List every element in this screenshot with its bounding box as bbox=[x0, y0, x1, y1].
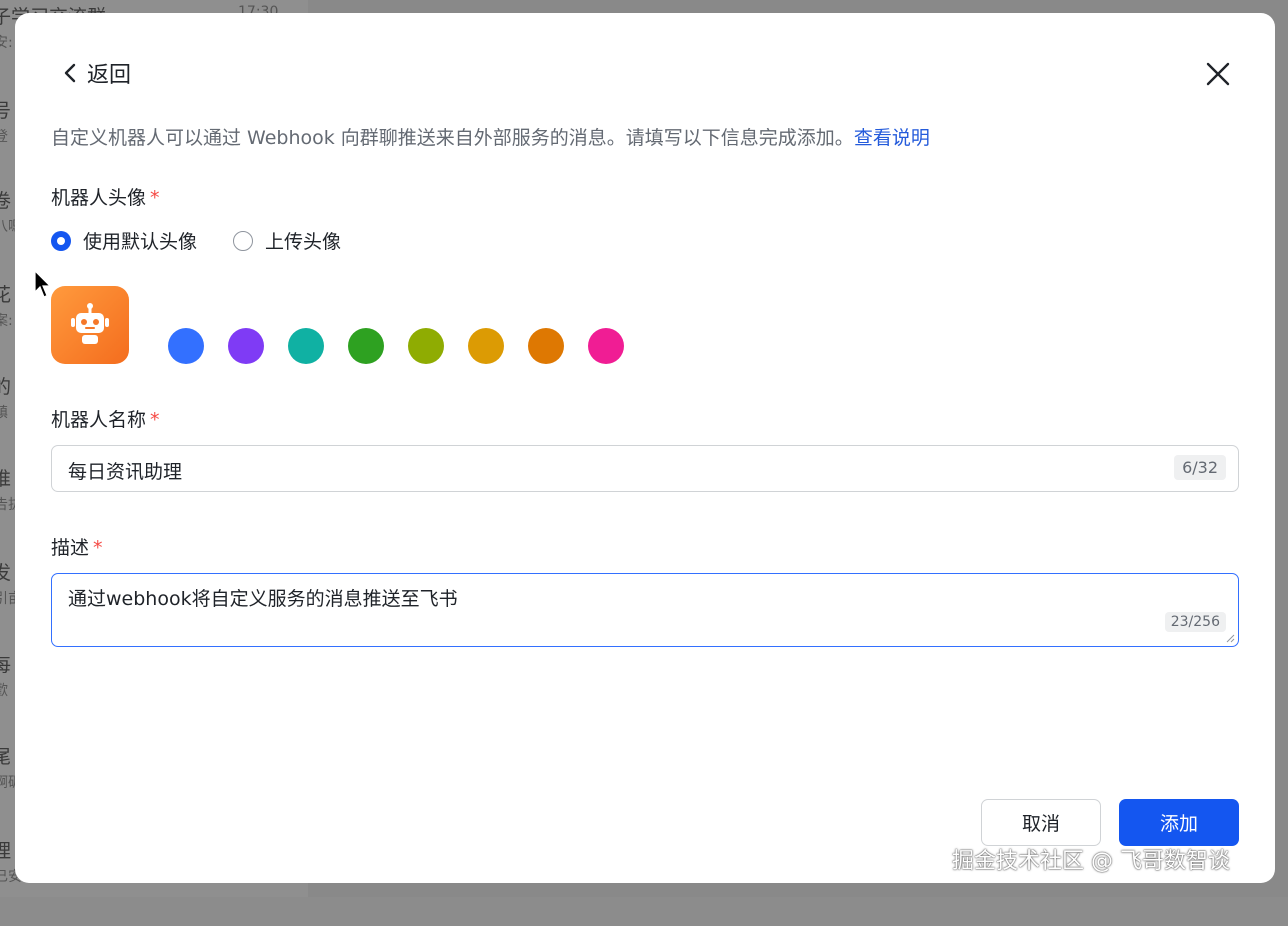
color-swatch[interactable] bbox=[588, 328, 624, 364]
add-custom-bot-dialog: 返回 自定义机器人可以通过 Webhook 向群聊推送来自外部服务的消息。请填写… bbox=[15, 13, 1275, 883]
radio-upload-avatar-label: 上传头像 bbox=[265, 231, 342, 253]
bot-avatar-preview bbox=[51, 286, 129, 364]
cancel-button[interactable]: 取消 bbox=[981, 799, 1101, 846]
avatar-option-group: 使用默认头像 上传头像 bbox=[51, 227, 377, 254]
avatar-label-text: 机器人头像 bbox=[51, 187, 147, 209]
background-chat-title: 每 bbox=[0, 654, 12, 676]
close-icon[interactable] bbox=[1203, 59, 1233, 89]
background-chat-preview: 歡 bbox=[0, 683, 8, 699]
background-chat-preview: 安: bbox=[0, 35, 13, 51]
background-chat-title: 号 bbox=[0, 100, 12, 122]
bot-name-char-count: 6/32 bbox=[1174, 455, 1226, 480]
name-label: 机器人名称 * bbox=[51, 405, 160, 432]
color-swatch[interactable] bbox=[228, 328, 264, 364]
avatar-label: 机器人头像 * bbox=[51, 183, 160, 210]
intro-description: 自定义机器人可以通过 Webhook 向群聊推送来自外部服务的消息。请填写以下信… bbox=[51, 127, 854, 149]
chevron-left-icon bbox=[64, 63, 76, 83]
color-swatch[interactable] bbox=[408, 328, 444, 364]
background-chat-title: 花 bbox=[0, 284, 12, 306]
description-value: 通过webhook将自定义服务的消息推送至飞书 bbox=[68, 588, 458, 610]
description-label: 描述 * bbox=[51, 533, 103, 560]
back-label: 返回 bbox=[87, 63, 132, 88]
background-chat-title: 发 bbox=[0, 562, 12, 584]
description-label-text: 描述 bbox=[51, 537, 90, 559]
color-swatch[interactable] bbox=[168, 328, 204, 364]
bot-name-input[interactable]: 每日资讯助理 6/32 bbox=[51, 445, 1239, 492]
background-chat-title: 推 bbox=[0, 468, 12, 490]
color-swatch[interactable] bbox=[468, 328, 504, 364]
required-mark: * bbox=[93, 537, 103, 559]
radio-unselected-icon bbox=[233, 230, 254, 251]
radio-upload-avatar[interactable]: 上传头像 bbox=[233, 227, 341, 254]
background-chat-title: 的 bbox=[0, 376, 12, 398]
background-chat-preview: 镇 bbox=[0, 405, 8, 421]
bot-name-value: 每日资讯助理 bbox=[68, 461, 183, 483]
mouse-cursor-icon bbox=[34, 270, 52, 298]
background-chat-title: 理 bbox=[0, 840, 12, 862]
watermark: 掘金技术社区 @ 飞哥数智谈 bbox=[952, 849, 1230, 874]
background-chat-preview: 登 bbox=[0, 129, 8, 145]
background-chat-title: 尾 bbox=[0, 746, 12, 768]
required-mark: * bbox=[150, 187, 160, 209]
intro-text: 自定义机器人可以通过 Webhook 向群聊推送来自外部服务的消息。请填写以下信… bbox=[51, 123, 930, 150]
color-swatch[interactable] bbox=[348, 328, 384, 364]
back-button[interactable]: 返回 bbox=[61, 57, 131, 89]
robot-icon bbox=[71, 303, 109, 344]
radio-default-avatar[interactable]: 使用默认头像 bbox=[51, 227, 197, 254]
required-mark: * bbox=[150, 409, 160, 431]
view-docs-link[interactable]: 查看说明 bbox=[854, 127, 930, 149]
color-swatch[interactable] bbox=[288, 328, 324, 364]
radio-selected-icon bbox=[51, 230, 71, 251]
add-button[interactable]: 添加 bbox=[1119, 799, 1239, 846]
radio-default-avatar-label: 使用默认头像 bbox=[83, 231, 198, 253]
description-char-count: 23/256 bbox=[1164, 612, 1226, 632]
description-textarea[interactable]: 通过webhook将自定义服务的消息推送至飞书 23/256 bbox=[51, 573, 1239, 647]
background-chat-title: 卷 bbox=[0, 190, 12, 212]
background-chat-preview: 案: bbox=[0, 313, 13, 329]
name-label-text: 机器人名称 bbox=[51, 409, 147, 431]
color-swatch[interactable] bbox=[528, 328, 564, 364]
resize-handle-icon[interactable] bbox=[1225, 633, 1235, 643]
